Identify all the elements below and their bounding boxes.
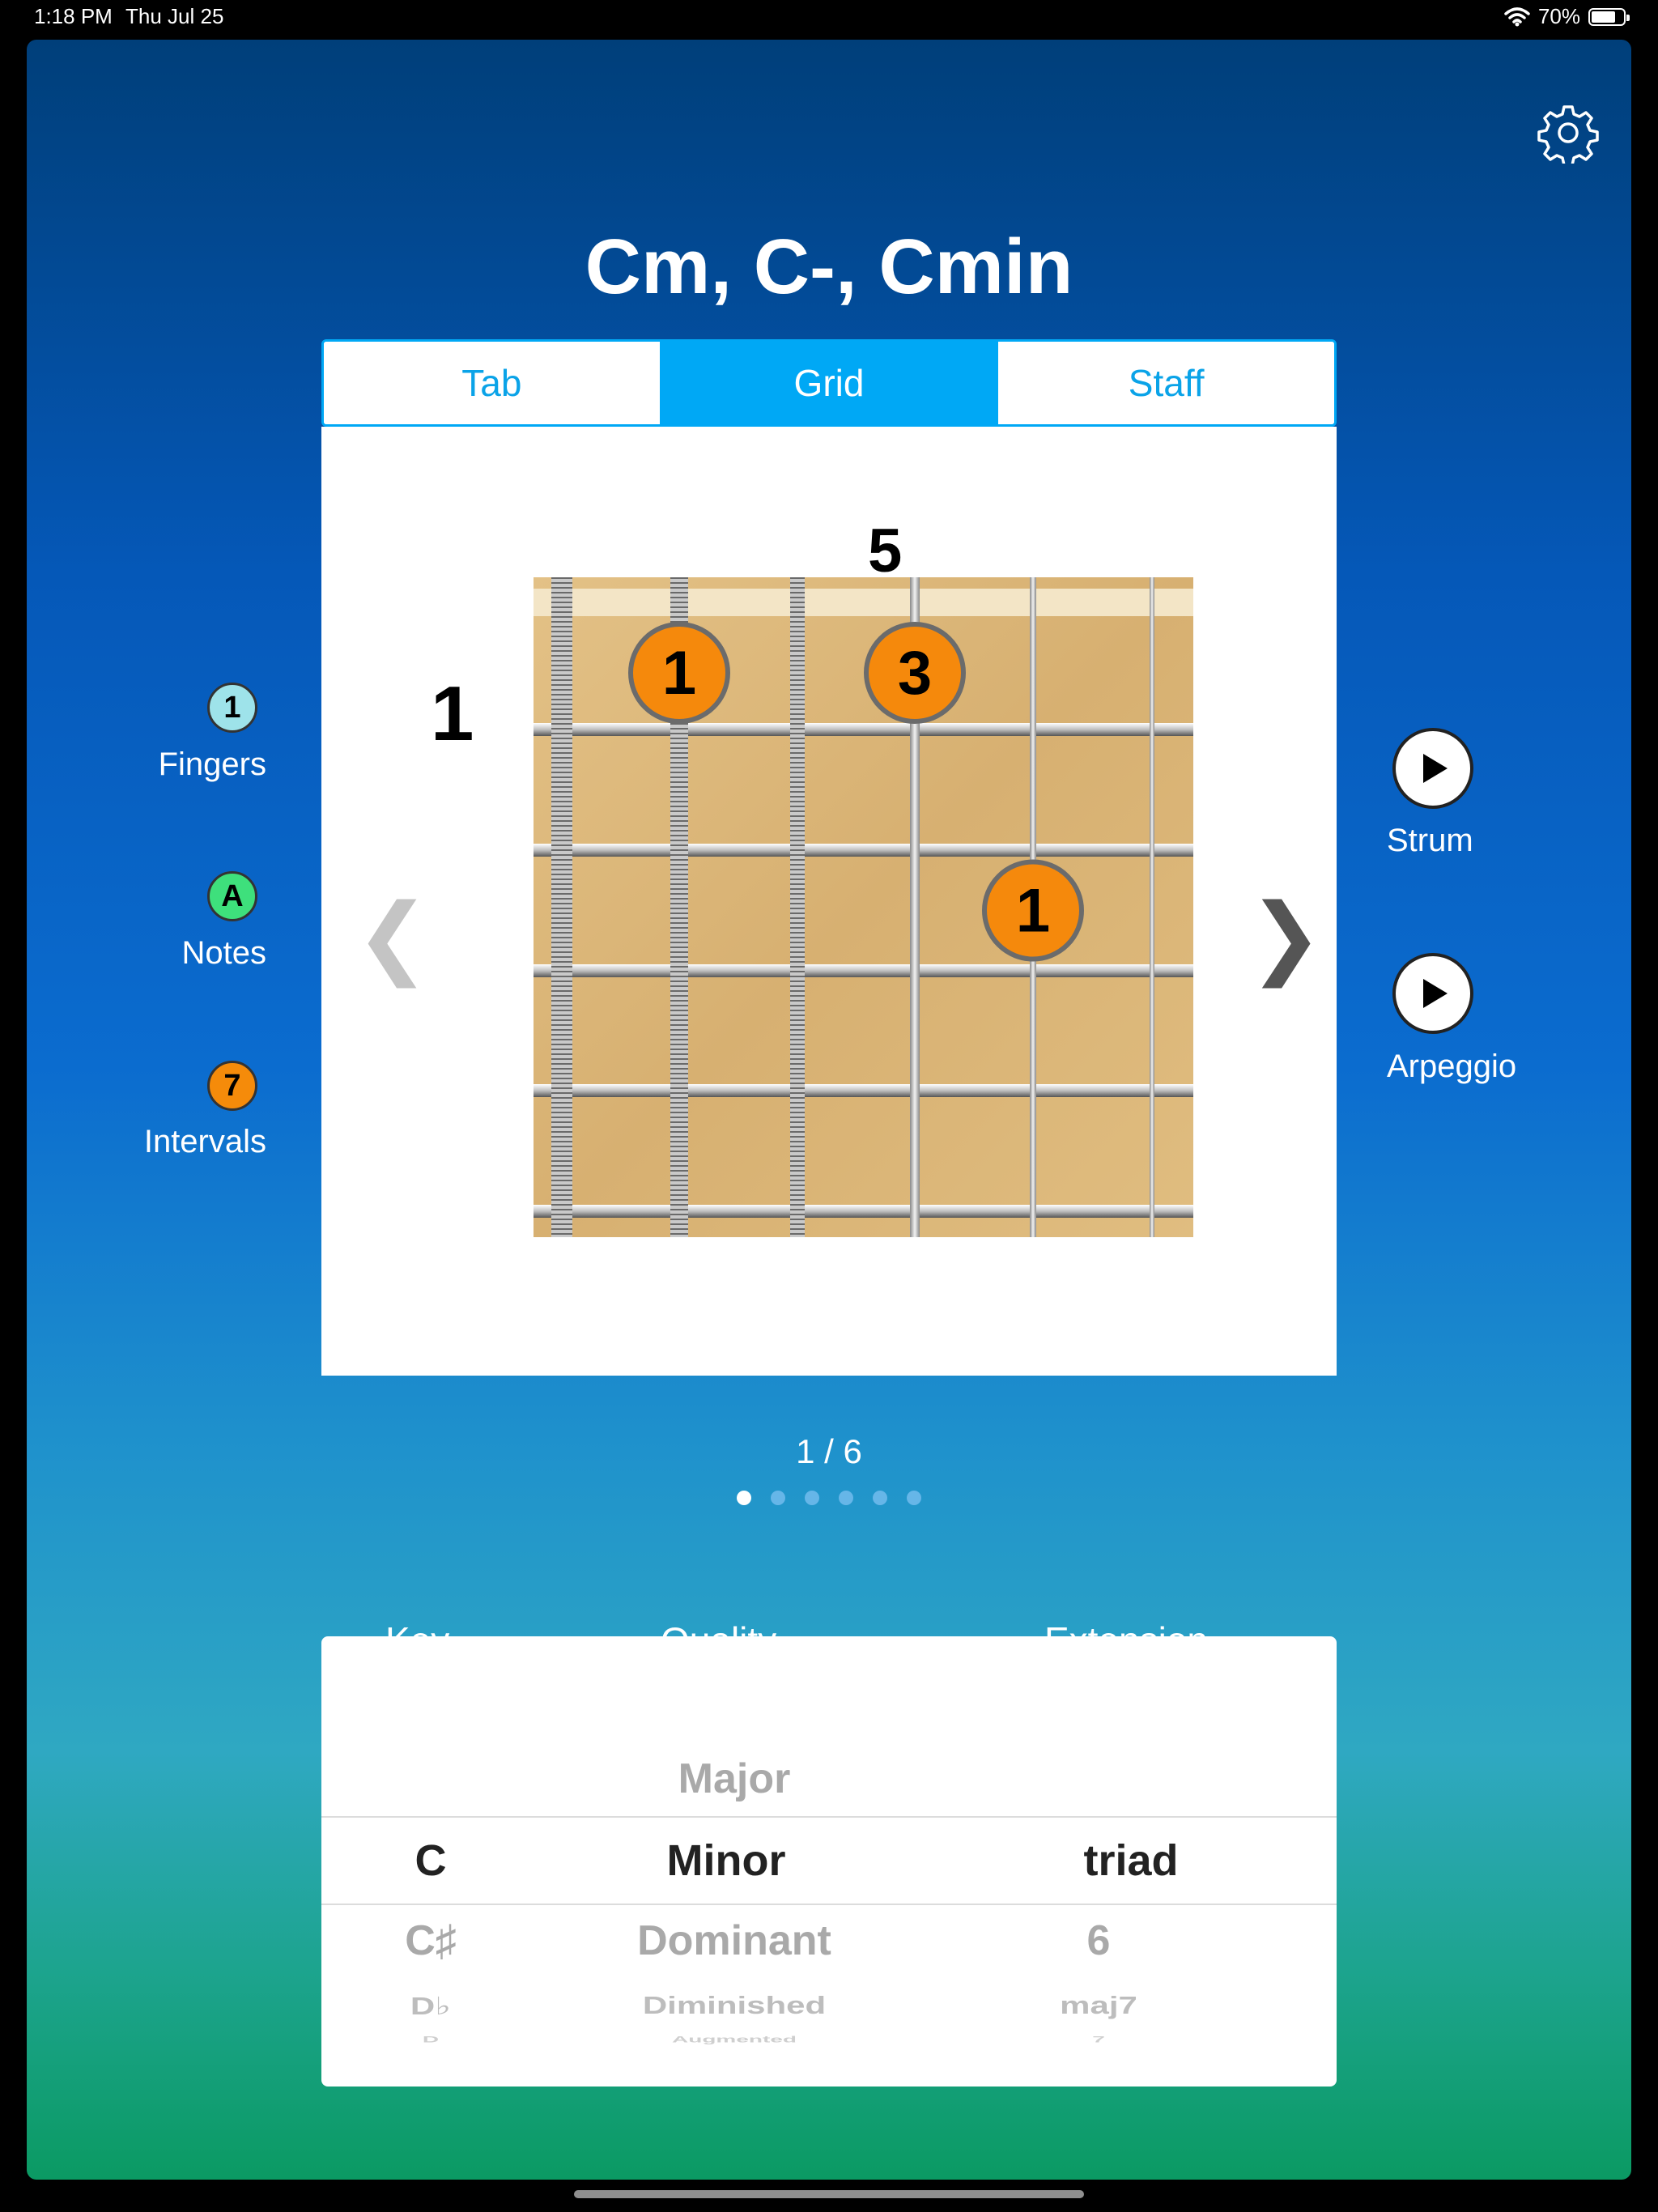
selection-line-top [321, 1816, 1337, 1818]
strum-label[interactable]: Strum [1387, 823, 1473, 859]
view-tabs: Tab Grid Staff [321, 339, 1337, 427]
quality-option[interactable]: Dominant [597, 1916, 872, 1965]
page-dot[interactable] [839, 1491, 853, 1505]
status-right: 70% [1504, 4, 1630, 29]
status-time: 1:18 PM [34, 4, 113, 28]
page-dots [27, 1491, 1631, 1505]
home-indicator[interactable] [574, 2190, 1084, 2198]
extension-option[interactable]: 7 [977, 2035, 1220, 2045]
fret-wire [534, 1084, 1193, 1097]
fret-wire [534, 844, 1193, 857]
fretboard: 3 1 1 [534, 577, 1193, 1237]
status-bar: 1:18 PM Thu Jul 25 70% [0, 0, 1658, 37]
key-option[interactable]: D [321, 2035, 540, 2045]
quality-option[interactable]: Diminished [597, 1992, 872, 2020]
page-dot[interactable] [873, 1491, 887, 1505]
page-dot[interactable] [805, 1491, 819, 1505]
tab-grid[interactable]: Grid [661, 342, 999, 424]
fret-wire [534, 723, 1193, 736]
wifi-icon [1504, 6, 1530, 26]
quality-option[interactable]: Augmented [597, 2035, 872, 2045]
previous-voicing-button[interactable]: ❮ [355, 884, 430, 988]
battery-icon [1588, 7, 1630, 26]
finger-number: 3 [898, 639, 932, 708]
key-selected[interactable]: C [321, 1836, 540, 1886]
quality-selected[interactable]: Minor [589, 1836, 864, 1886]
status-date: Thu Jul 25 [125, 4, 224, 28]
gear-icon[interactable] [1537, 102, 1599, 164]
chord-title: Cm, C-, Cmin [585, 223, 1073, 310]
page-dot[interactable] [907, 1491, 921, 1505]
strum-play-button[interactable] [1392, 728, 1473, 809]
finger-number: 1 [662, 639, 696, 708]
play-icon [1423, 979, 1448, 1008]
tab-tab[interactable]: Tab [324, 342, 661, 424]
intervals-option-icon[interactable]: 7 [207, 1061, 257, 1111]
extension-option[interactable]: 6 [977, 1916, 1220, 1965]
string-number-label: 5 [868, 517, 903, 585]
play-icon [1423, 754, 1448, 783]
notes-option-label[interactable]: Notes [108, 935, 267, 972]
string-6 [551, 577, 572, 1237]
arpeggio-label[interactable]: Arpeggio [1387, 1049, 1516, 1085]
extension-selected[interactable]: triad [1010, 1836, 1252, 1886]
extension-option[interactable]: maj7 [977, 1992, 1220, 2020]
fret-wire [534, 964, 1193, 977]
main-panel: Cm, C-, Cmin Tab Grid Staff 5 1 ❮ ❯ 3 1 … [27, 40, 1631, 2180]
arpeggio-play-button[interactable] [1392, 953, 1473, 1034]
tab-staff[interactable]: Staff [998, 342, 1334, 424]
page-dot[interactable] [771, 1491, 785, 1505]
fret-number-label: 1 [431, 670, 474, 757]
key-option[interactable]: D♭ [321, 1992, 540, 2020]
string-1 [1150, 577, 1154, 1237]
fingers-option-label[interactable]: Fingers [108, 747, 266, 783]
page-indicator: 1 / 6 [796, 1432, 862, 1470]
battery-percent: 70% [1537, 4, 1580, 28]
chord-picker[interactable]: C C♯ D♭ D Major Minor Dominant Diminishe… [321, 1636, 1337, 2087]
chord-diagram-card: 5 1 ❮ ❯ 3 1 1 [321, 427, 1337, 1376]
finger-number: 1 [1016, 877, 1050, 946]
notes-option-icon[interactable]: A [207, 871, 257, 921]
intervals-option-label[interactable]: Intervals [108, 1124, 266, 1160]
next-voicing-button[interactable]: ❯ [1248, 884, 1323, 988]
selection-line-bottom [321, 1904, 1337, 1905]
page-dot[interactable] [737, 1491, 751, 1505]
fingers-option-icon[interactable]: 1 [207, 683, 257, 733]
key-option[interactable]: C♯ [321, 1916, 540, 1965]
quality-option[interactable]: Major [597, 1755, 872, 1803]
fret-wire [534, 1205, 1193, 1218]
string-4 [790, 577, 805, 1237]
